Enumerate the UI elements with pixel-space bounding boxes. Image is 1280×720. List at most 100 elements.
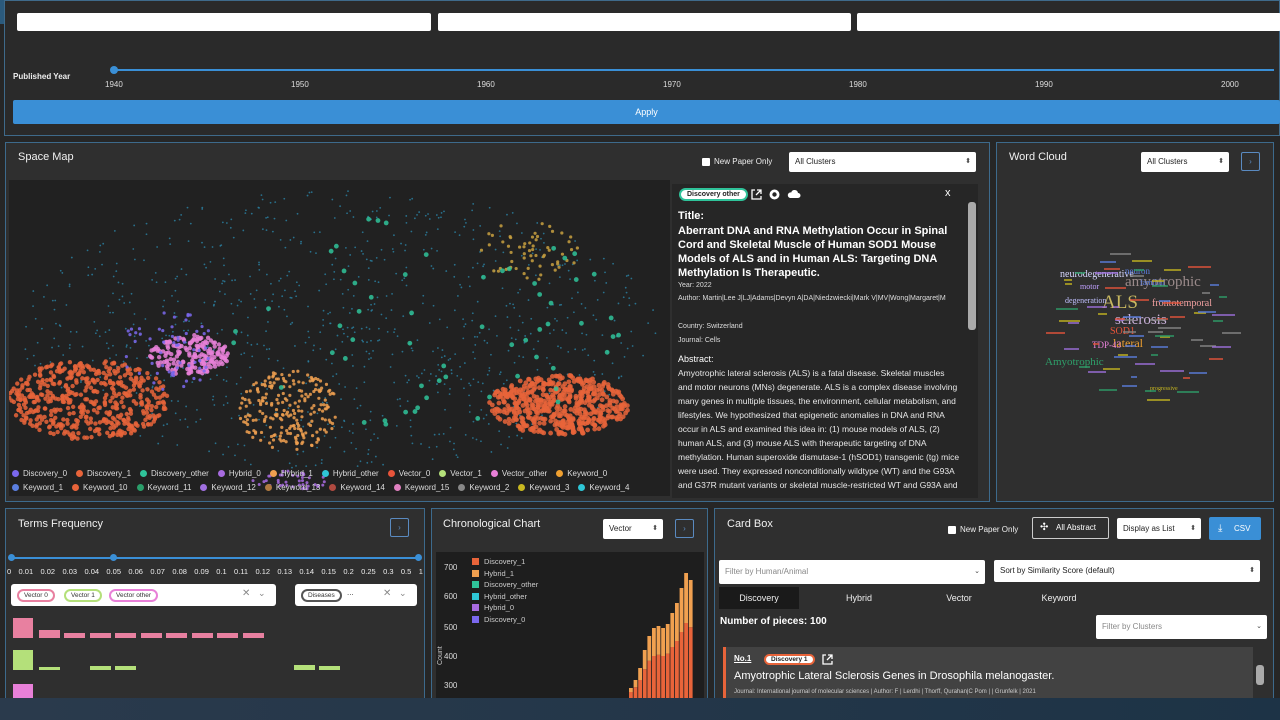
map-point[interactable] xyxy=(574,400,580,406)
map-point[interactable] xyxy=(203,339,208,344)
map-point[interactable] xyxy=(370,357,372,359)
map-point[interactable] xyxy=(306,373,310,377)
map-point[interactable] xyxy=(546,245,550,250)
map-point[interactable] xyxy=(62,366,67,371)
map-point[interactable] xyxy=(558,276,561,278)
map-point[interactable] xyxy=(265,348,268,351)
map-point[interactable] xyxy=(620,406,625,412)
legend-item[interactable]: Keyword_0 xyxy=(556,469,607,478)
map-point[interactable] xyxy=(308,336,310,339)
term-bar[interactable] xyxy=(13,650,33,670)
map-point[interactable] xyxy=(291,379,296,383)
map-point[interactable] xyxy=(145,233,148,236)
map-point[interactable] xyxy=(581,332,583,335)
map-point[interactable] xyxy=(133,335,136,338)
map-point[interactable] xyxy=(309,412,313,416)
map-point[interactable] xyxy=(361,339,364,342)
map-point[interactable] xyxy=(602,291,605,294)
map-point[interactable] xyxy=(652,309,654,311)
map-point[interactable] xyxy=(487,243,491,247)
filter-input-1[interactable] xyxy=(17,13,431,31)
map-point[interactable] xyxy=(440,212,443,214)
map-point[interactable] xyxy=(267,321,269,323)
map-point[interactable] xyxy=(81,345,84,348)
map-point[interactable] xyxy=(55,429,60,435)
map-point[interactable] xyxy=(53,415,58,420)
term-bar[interactable] xyxy=(166,633,187,638)
map-point[interactable] xyxy=(272,433,276,438)
map-point[interactable] xyxy=(559,375,565,381)
map-point[interactable] xyxy=(463,387,465,390)
map-point[interactable] xyxy=(111,387,116,392)
map-point[interactable] xyxy=(329,322,331,325)
map-point[interactable] xyxy=(160,399,166,404)
map-point[interactable] xyxy=(244,421,248,425)
map-point[interactable] xyxy=(247,316,249,319)
map-point[interactable] xyxy=(162,391,167,397)
map-point[interactable] xyxy=(132,248,135,250)
map-point[interactable] xyxy=(174,412,177,415)
map-point[interactable] xyxy=(45,393,50,398)
map-point[interactable] xyxy=(291,321,294,324)
map-point[interactable] xyxy=(84,385,89,390)
map-point[interactable] xyxy=(540,392,546,398)
map-point[interactable] xyxy=(102,389,105,392)
map-point[interactable] xyxy=(531,417,537,422)
map-point[interactable] xyxy=(468,285,471,288)
map-point[interactable] xyxy=(249,366,251,369)
map-point[interactable] xyxy=(259,402,263,407)
map-point[interactable] xyxy=(140,388,145,393)
map-point[interactable] xyxy=(264,415,268,419)
map-point[interactable] xyxy=(32,305,34,308)
space-map-cluster-select[interactable]: All Clusters ⬍ xyxy=(789,152,976,172)
new-paper-only-toggle[interactable]: New Paper Only xyxy=(702,157,772,166)
map-point[interactable] xyxy=(128,393,133,398)
map-point[interactable] xyxy=(419,383,424,389)
map-point[interactable] xyxy=(212,395,215,398)
map-point[interactable] xyxy=(335,373,338,375)
map-point[interactable] xyxy=(232,312,234,315)
map-point[interactable] xyxy=(533,231,537,235)
map-point[interactable] xyxy=(122,360,125,363)
map-point[interactable] xyxy=(62,429,68,434)
filter-input-2[interactable] xyxy=(438,13,851,31)
map-point[interactable] xyxy=(266,388,269,390)
map-point[interactable] xyxy=(446,326,449,329)
map-point[interactable] xyxy=(263,344,265,347)
map-point[interactable] xyxy=(43,365,49,370)
map-point[interactable] xyxy=(51,346,53,349)
map-point[interactable] xyxy=(224,293,226,295)
map-point[interactable] xyxy=(330,421,335,426)
map-point[interactable] xyxy=(276,393,281,397)
map-point[interactable] xyxy=(323,398,327,402)
map-point[interactable] xyxy=(428,218,431,220)
map-point[interactable] xyxy=(310,191,313,194)
map-point[interactable] xyxy=(370,339,372,342)
map-point[interactable] xyxy=(274,407,279,412)
map-point[interactable] xyxy=(266,306,271,312)
map-point[interactable] xyxy=(110,395,115,400)
map-point[interactable] xyxy=(520,437,523,439)
map-point[interactable] xyxy=(507,349,510,352)
map-point[interactable] xyxy=(599,404,605,409)
map-point[interactable] xyxy=(292,236,295,239)
map-point[interactable] xyxy=(569,248,574,252)
map-point[interactable] xyxy=(403,409,409,415)
map-point[interactable] xyxy=(321,401,324,404)
map-point[interactable] xyxy=(61,272,64,274)
term-bar[interactable] xyxy=(64,633,85,638)
map-point[interactable] xyxy=(420,443,422,445)
map-point[interactable] xyxy=(255,289,258,292)
map-point[interactable] xyxy=(264,401,269,406)
map-point[interactable] xyxy=(436,249,438,252)
map-point[interactable] xyxy=(133,224,136,227)
map-point[interactable] xyxy=(496,400,502,406)
map-point[interactable] xyxy=(567,421,573,427)
map-point[interactable] xyxy=(225,351,230,356)
map-point[interactable] xyxy=(226,402,229,404)
map-point[interactable] xyxy=(91,378,96,384)
map-point[interactable] xyxy=(499,224,503,228)
map-point[interactable] xyxy=(628,297,631,300)
map-point[interactable] xyxy=(109,357,111,360)
map-point[interactable] xyxy=(431,458,434,461)
